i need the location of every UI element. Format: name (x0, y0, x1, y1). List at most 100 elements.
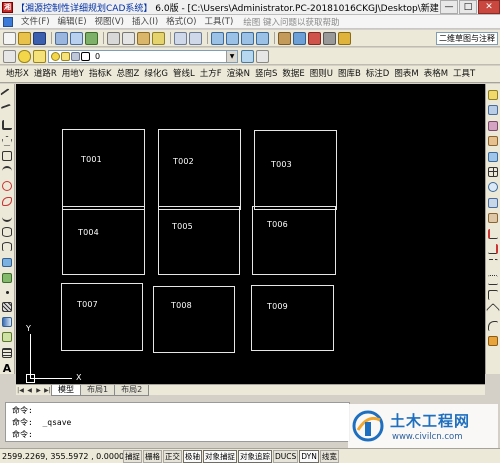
lineweight-toggle[interactable]: 线宽 (319, 449, 339, 463)
print-preview-icon[interactable] (70, 31, 83, 45)
print-icon[interactable] (55, 31, 68, 45)
minimize-button[interactable]: — (440, 0, 458, 14)
scale-icon[interactable] (488, 197, 498, 208)
zoom-realtime-icon[interactable] (226, 31, 239, 45)
dyn-toggle[interactable]: DYN (299, 449, 319, 463)
lightbulb-icon[interactable] (18, 49, 31, 63)
first-tab-icon[interactable]: |◀ (16, 386, 25, 395)
break-icon[interactable] (488, 274, 498, 285)
line-icon[interactable] (0, 88, 14, 102)
drawing-cell[interactable] (62, 129, 145, 210)
rotate-icon[interactable] (488, 182, 498, 193)
close-button[interactable]: ✕ (478, 0, 500, 14)
region-icon[interactable] (2, 332, 12, 343)
tab-layout1[interactable]: 布局1 (80, 384, 116, 396)
spline-icon[interactable] (2, 212, 12, 222)
multiline-text-icon[interactable]: A (3, 363, 12, 374)
extend-icon[interactable] (488, 243, 498, 254)
tab-render[interactable]: 渲染N (227, 66, 253, 83)
make-object-layer-current-icon[interactable] (241, 49, 254, 63)
zoom-previous-icon[interactable] (256, 31, 269, 45)
revision-cloud-icon[interactable] (2, 196, 12, 207)
polar-toggle[interactable]: 极轴 (183, 449, 202, 463)
make-block-icon[interactable] (2, 272, 12, 283)
menu-file[interactable]: 文件(F) (17, 15, 54, 29)
drawing-cell[interactable] (254, 130, 337, 210)
menu-insert[interactable]: 插入(I) (128, 15, 162, 29)
help-hint[interactable]: 绘图 键入问题以获取帮助 (237, 16, 339, 28)
open-folder-icon[interactable] (18, 31, 31, 45)
tab-greening[interactable]: 绿化G (144, 66, 171, 83)
join-icon[interactable] (488, 290, 498, 301)
tab-map-rules[interactable]: 图则U (310, 66, 336, 83)
copy-icon[interactable] (122, 31, 135, 45)
properties-icon[interactable] (278, 31, 291, 45)
pan-icon[interactable] (211, 31, 224, 45)
circle-icon[interactable] (2, 181, 12, 192)
rectangle-icon[interactable] (2, 150, 12, 161)
cut-icon[interactable] (107, 31, 120, 45)
offset-icon[interactable] (488, 136, 498, 147)
prev-tab-icon[interactable]: ◀ (25, 386, 34, 395)
drawing-cell[interactable] (158, 206, 240, 275)
drawing-cell[interactable] (61, 283, 143, 351)
command-window[interactable]: 命令: 命令: _qsave 命令: (5, 402, 350, 442)
ducs-toggle[interactable]: DUCS (273, 449, 299, 463)
tab-index[interactable]: 指标K (89, 66, 115, 83)
erase-icon[interactable] (488, 90, 498, 100)
help-icon[interactable] (338, 31, 351, 45)
layer-combobox[interactable]: 0 ▼ (48, 49, 238, 63)
layer-manager-icon[interactable] (3, 49, 16, 63)
tab-dimension[interactable]: 标注D (366, 66, 393, 83)
calculator-icon[interactable] (323, 31, 336, 45)
next-tab-icon[interactable]: ▶ (34, 386, 43, 395)
insert-block-icon[interactable] (2, 257, 12, 268)
paste-icon[interactable] (137, 31, 150, 45)
menu-view[interactable]: 视图(V) (91, 15, 128, 29)
maximize-button[interactable]: □ (459, 0, 477, 14)
polygon-icon[interactable] (2, 135, 12, 146)
copy-object-icon[interactable] (488, 105, 498, 116)
gradient-icon[interactable] (2, 317, 12, 328)
tab-chart[interactable]: 图表M (394, 66, 421, 83)
mirror-icon[interactable] (488, 120, 498, 131)
tab-road[interactable]: 道路R (34, 66, 60, 83)
tab-earthwork[interactable]: 土方F (200, 66, 225, 83)
otrack-toggle[interactable]: 对象追踪 (238, 449, 272, 463)
hatch-icon[interactable] (2, 301, 12, 312)
menu-edit[interactable]: 编辑(E) (54, 15, 91, 29)
ortho-toggle[interactable]: 正交 (163, 449, 182, 463)
undo-icon[interactable] (174, 31, 187, 45)
workspace-select[interactable]: 二维草图与注释 (436, 32, 498, 45)
tab-data[interactable]: 数据E (282, 66, 307, 83)
document-icon[interactable] (3, 16, 13, 27)
design-center-icon[interactable] (293, 31, 306, 45)
chamfer-icon[interactable] (485, 303, 500, 318)
drawing-cell[interactable] (252, 206, 336, 275)
tab-pipeline[interactable]: 管线L (173, 66, 198, 83)
zoom-window-icon[interactable] (241, 31, 254, 45)
new-file-icon[interactable] (3, 31, 16, 45)
tab-library[interactable]: 图库B (338, 66, 364, 83)
table-icon[interactable] (2, 347, 12, 358)
point-icon[interactable] (5, 291, 9, 294)
ellipse-arc-icon[interactable] (2, 242, 12, 253)
move-icon[interactable] (488, 166, 498, 177)
ellipse-icon[interactable] (2, 227, 12, 237)
drawing-cell[interactable] (251, 285, 334, 351)
osnap-toggle[interactable]: 对象捕捉 (203, 449, 237, 463)
explode-icon[interactable] (488, 336, 498, 347)
fillet-icon[interactable] (488, 320, 498, 331)
tool-palette-icon[interactable] (308, 31, 321, 45)
tab-site-plan[interactable]: 总图Z (117, 66, 143, 83)
tab-vertical[interactable]: 竖向S (255, 66, 280, 83)
tab-terrain[interactable]: 地形X (6, 66, 32, 83)
break-at-point-icon[interactable] (488, 259, 498, 269)
save-icon[interactable] (33, 31, 46, 45)
sun-icon[interactable] (33, 49, 46, 63)
drawing-cell[interactable] (153, 286, 235, 353)
tab-tools[interactable]: 工具T (453, 66, 478, 83)
polyline-icon[interactable] (2, 120, 12, 131)
redo-icon[interactable] (189, 31, 202, 45)
layer-previous-icon[interactable] (256, 49, 269, 63)
